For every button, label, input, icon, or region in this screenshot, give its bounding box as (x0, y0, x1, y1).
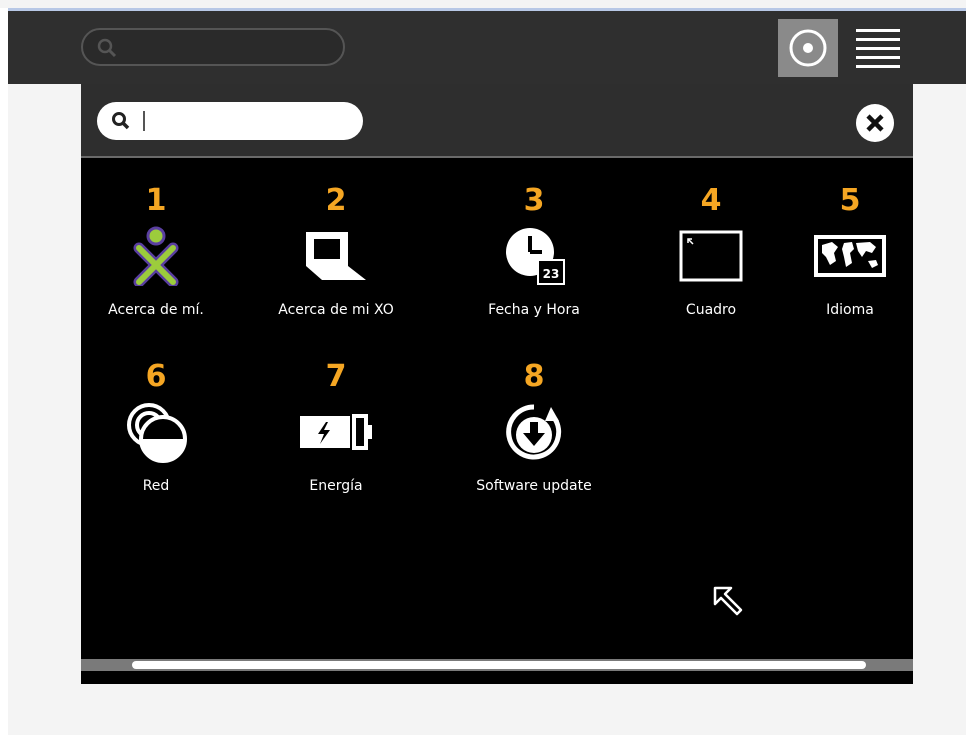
xo-person-icon (133, 226, 179, 286)
frame-icon (679, 230, 743, 282)
home-view-button[interactable] (778, 19, 838, 77)
item-number: 2 (325, 183, 347, 218)
item-number: 7 (325, 359, 347, 394)
item-number: 1 (145, 183, 167, 218)
item-power[interactable]: 7 Energía (261, 360, 411, 494)
list-line (856, 29, 900, 32)
item-number: 3 (523, 183, 545, 218)
item-number: 5 (839, 183, 861, 218)
list-view-button[interactable] (856, 29, 900, 69)
item-number: 4 (700, 183, 722, 218)
item-label: Idioma (826, 302, 874, 318)
search-icon (97, 38, 119, 64)
clock-icon: 23 (506, 228, 565, 285)
item-network[interactable]: 6 Red (81, 360, 231, 494)
list-line (856, 38, 900, 41)
item-software-update[interactable]: 8 Software update (459, 359, 609, 495)
item-label: Acerca de mí. (108, 302, 204, 318)
mouse-pointer-icon (711, 584, 745, 622)
item-language[interactable]: 5 Idioma (775, 184, 925, 318)
item-label: Cuadro (685, 302, 737, 318)
item-about-my-xo[interactable]: 2 Acerca de mi XO (261, 183, 411, 319)
item-label: Acerca de mi XO (278, 302, 394, 318)
item-label: Software update (476, 478, 592, 494)
item-label: Fecha y Hora (488, 302, 580, 318)
control-panel-header (81, 84, 913, 158)
close-button[interactable] (856, 104, 894, 142)
text-caret (143, 111, 145, 131)
item-label: Red (142, 478, 170, 494)
control-panel-search-input[interactable] (97, 102, 363, 140)
top-toolbar (8, 11, 966, 84)
top-search-input[interactable] (81, 28, 345, 66)
laptop-icon (306, 232, 366, 280)
list-line (856, 65, 900, 68)
search-icon (111, 111, 131, 135)
window-edge (0, 8, 8, 735)
item-about-me[interactable]: 1 Acerca de mí. (81, 183, 231, 319)
list-line (856, 47, 900, 50)
radio-circle-icon (789, 29, 827, 67)
item-label: Energía (309, 478, 363, 494)
battery-icon (300, 414, 372, 450)
list-line (856, 56, 900, 59)
item-date-time[interactable]: 3 23 Fecha y Hora (459, 183, 609, 319)
control-panel: 1 Acerca de mí. 2 Acerca de mi XO 3 23 F… (81, 84, 913, 684)
item-number: 6 (145, 359, 167, 394)
svg-text:23: 23 (543, 267, 560, 281)
network-icon (127, 403, 187, 463)
world-map-icon (814, 235, 886, 277)
item-frame[interactable]: 4 Cuadro (636, 184, 786, 318)
sugar-desktop: 1 Acerca de mí. 2 Acerca de mi XO 3 23 F… (8, 11, 966, 735)
software-update-icon (506, 404, 562, 460)
horizontal-scrollbar[interactable] (81, 659, 913, 671)
scrollbar-thumb[interactable] (132, 661, 866, 669)
item-number: 8 (523, 359, 545, 394)
close-icon (866, 114, 884, 132)
